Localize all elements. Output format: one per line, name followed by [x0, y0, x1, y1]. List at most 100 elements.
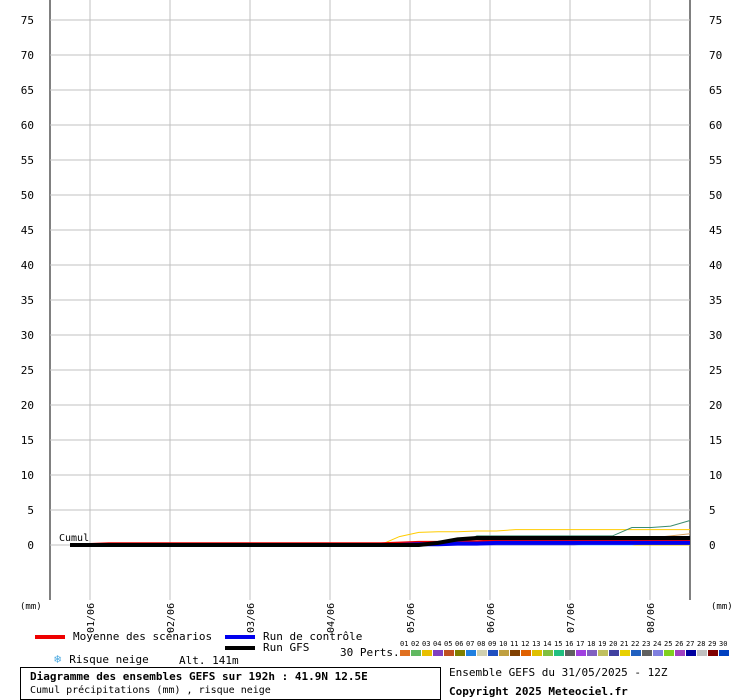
y-tick-label-left: 65: [21, 84, 34, 97]
pert-swatch: [708, 650, 718, 656]
chart-grid: [49, 0, 691, 600]
x-tick-label: 05/06: [406, 603, 417, 633]
y-tick-label-right: 70: [709, 49, 722, 62]
pert-number: 23: [642, 640, 651, 648]
y-tick-label-left: 70: [21, 49, 34, 62]
legend-controle-swatch: [225, 634, 255, 639]
cumul-label: Cumul: [59, 533, 89, 544]
pert-swatch: [719, 650, 729, 656]
pert-swatch: [631, 650, 641, 656]
pert-number: 02: [411, 640, 420, 648]
pert-swatch: [499, 650, 509, 656]
y-tick-label-left: 15: [21, 434, 34, 447]
x-tick-label: 06/06: [486, 603, 497, 633]
pert-swatch: [598, 650, 608, 656]
y-tick-label-right: 55: [709, 154, 722, 167]
pert-number: 16: [565, 640, 574, 648]
precipitation-chart: 0 05 510 1015 1520 2025 2530 3035 3540 4045 4550 50…: [20, 0, 733, 633]
y-tick-label-left: 30: [21, 329, 34, 342]
snowflake-icon: ❄: [54, 652, 62, 666]
pert-number: 22: [631, 640, 640, 648]
pert-swatch: [477, 650, 487, 656]
chart-subtitle: Cumul précipitations (mm) , risque neige: [30, 685, 271, 696]
pert-swatch: [422, 650, 432, 656]
x-tick-label: 02/06: [166, 603, 177, 633]
y-tick-label-left: 45: [21, 224, 34, 237]
altitude-label: Alt. 141m: [179, 654, 239, 667]
pert-number: 03: [422, 640, 431, 648]
chart-title: Diagramme des ensembles GEFS sur 192h : …: [30, 670, 368, 683]
pert-number: 25: [664, 640, 673, 648]
pert-swatch: [642, 650, 652, 656]
pert-swatch: [433, 650, 443, 656]
pert-swatch: [532, 650, 542, 656]
x-tick-label: 03/06: [246, 603, 257, 633]
y-tick-label-left: 25: [21, 364, 34, 377]
y-tick-label-right: 75: [709, 14, 722, 27]
y-tick-label-right: 0: [709, 539, 716, 552]
y-tick-label-right: 50: [709, 189, 722, 202]
pert-swatch: [554, 650, 564, 656]
y-tick-label-left: 60: [21, 119, 34, 132]
pert-swatch: [576, 650, 586, 656]
y-tick-label-left: 75: [21, 14, 34, 27]
legend-gfs-swatch: [225, 645, 255, 650]
footer-box: Diagramme des ensembles GEFS sur 192h : …: [20, 667, 441, 700]
y-tick-label-right: 45: [709, 224, 722, 237]
pert-swatch: [455, 650, 465, 656]
x-tick-label: 01/06: [86, 603, 97, 633]
pert-swatch: [543, 650, 553, 656]
y-tick-label-left: 0: [27, 539, 34, 552]
pert-number: 14: [543, 640, 552, 648]
legend-neige-label: Risque neige: [69, 652, 149, 666]
legend-gfs-label: Run GFS: [263, 641, 310, 654]
legend-moyenne-swatch: [35, 634, 65, 639]
pert-swatch: [488, 650, 498, 656]
y-tick-label-left: 40: [21, 259, 34, 272]
pert-swatch: [587, 650, 597, 656]
pert-number: 13: [532, 640, 541, 648]
pert-number: 27: [686, 640, 695, 648]
pert-number: 07: [466, 640, 475, 648]
pert-swatch: [444, 650, 454, 656]
y-tick-label-right: 5: [709, 504, 716, 517]
copyright: Copyright 2025 Meteociel.fr: [449, 685, 628, 698]
x-tick-label: 04/06: [326, 603, 337, 633]
pert-number: 05: [444, 640, 453, 648]
y-tick-label-right: 30: [709, 329, 722, 342]
pert-swatch: [697, 650, 707, 656]
pert-number: 06: [455, 640, 464, 648]
chart-lines: [70, 520, 691, 547]
pert-swatch: [653, 650, 663, 656]
pert-swatch: [521, 650, 531, 656]
pert-number: 12: [521, 640, 530, 648]
y-tick-label-right: 15: [709, 434, 722, 447]
pert-number: 10: [499, 640, 508, 648]
pert-number: 17: [576, 640, 585, 648]
unit-right: (mm): [711, 602, 733, 612]
y-tick-label-right: 40: [709, 259, 722, 272]
pert-number: 26: [675, 640, 684, 648]
y-tick-label-right: 25: [709, 364, 722, 377]
pert-number: 15: [554, 640, 563, 648]
y-tick-label-left: 55: [21, 154, 34, 167]
y-tick-label-left: 20: [21, 399, 34, 412]
y-tick-label-right: 65: [709, 84, 722, 97]
y-tick-label-right: 10: [709, 469, 722, 482]
pert-number: 19: [598, 640, 607, 648]
unit-left: (mm): [20, 602, 42, 612]
pert-number: 08: [477, 640, 486, 648]
y-tick-label-right: 20: [709, 399, 722, 412]
pert-number: 28: [697, 640, 706, 648]
run-info: Ensemble GEFS du 31/05/2025 - 12Z: [449, 666, 668, 679]
pert-swatch: [411, 650, 421, 656]
pert-swatch: [565, 650, 575, 656]
x-tick-label: 08/06: [646, 603, 657, 633]
pert-swatch: [675, 650, 685, 656]
pert-swatch: [686, 650, 696, 656]
pert-swatch: [400, 650, 410, 656]
perts-label: 30 Perts.: [340, 646, 400, 659]
pert-number: 09: [488, 640, 497, 648]
legend-moyenne-label: Moyenne des scénarios: [73, 630, 213, 643]
y-tick-label-right: 35: [709, 294, 722, 307]
